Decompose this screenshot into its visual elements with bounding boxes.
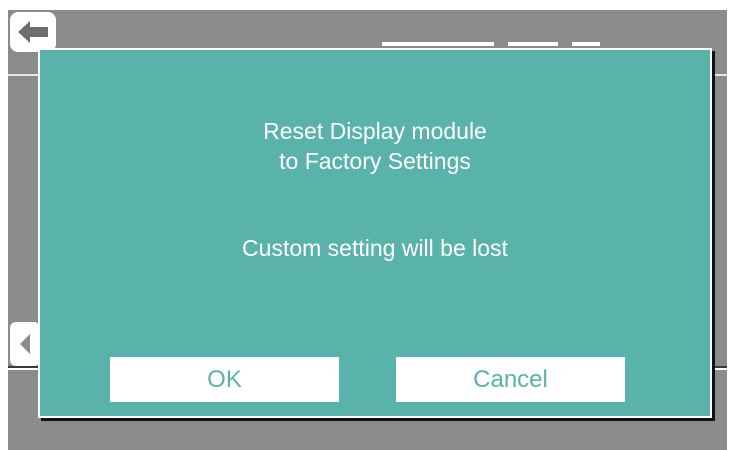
back-button[interactable]	[10, 12, 56, 52]
ok-button[interactable]: OK	[110, 357, 339, 402]
dialog-title-line1: Reset Display module	[263, 118, 487, 144]
left-arrow-icon	[18, 21, 48, 43]
dialog-title-line2: to Factory Settings	[279, 148, 471, 174]
chevron-left-icon	[20, 334, 30, 354]
dialog-message: Custom setting will be lost	[242, 235, 508, 261]
reset-confirm-dialog: Reset Display module to Factory Settings…	[38, 48, 712, 418]
dialog-title: Reset Display module to Factory Settings	[40, 116, 710, 176]
cancel-button[interactable]: Cancel	[396, 357, 625, 402]
previous-button[interactable]	[10, 322, 40, 366]
screen: Reset Display module to Factory Settings…	[0, 0, 735, 450]
header-underline	[572, 42, 600, 46]
header-underline	[382, 42, 494, 46]
header-underline	[508, 42, 558, 46]
